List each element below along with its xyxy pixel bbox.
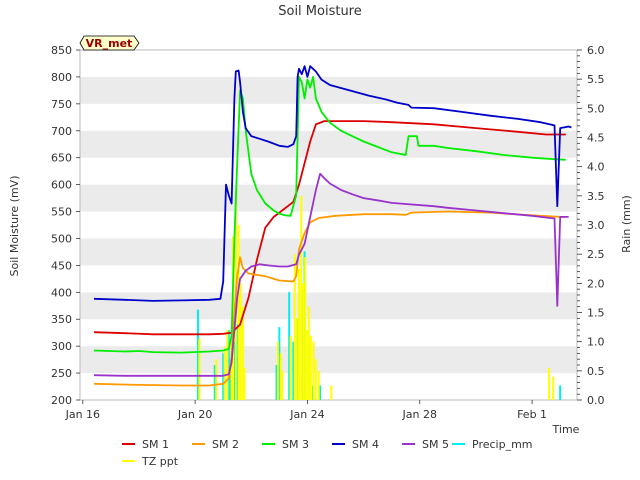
right-tick-label: 4.5	[587, 132, 605, 145]
annotation-label: VR_met	[86, 37, 133, 50]
right-axis-ticks: 0.0 0.5 1.0 1.5 2.0 2.5 3.0 3.5 4.0 4.5 5.0 5.5 6.0	[577, 44, 605, 407]
left-axis-label: Soil Moisture (mV)	[8, 176, 21, 277]
grid-band	[80, 373, 577, 400]
grid-band	[80, 157, 577, 185]
legend-label: TZ ppt	[141, 455, 179, 468]
grid-band	[80, 319, 577, 347]
left-tick-label: 300	[51, 340, 72, 353]
grid-band	[80, 211, 577, 239]
legend-label: SM 3	[282, 438, 309, 451]
chart-title: Soil Moisture	[278, 4, 362, 19]
right-axis-label: Rain (mm)	[620, 195, 633, 253]
right-tick-label: 3.0	[587, 219, 605, 232]
left-tick-label: 600	[51, 179, 72, 192]
right-tick-label: 2.5	[587, 248, 605, 261]
x-tick-label: Jan 16	[65, 408, 100, 421]
legend-label: SM 4	[352, 438, 379, 451]
legend: SM 1 SM 2 SM 3 SM 4 SM 5 Precip_mm TZ ppt	[122, 438, 533, 468]
x-axis-label: Time	[552, 423, 580, 436]
left-tick-label: 700	[51, 125, 72, 138]
left-tick-label: 400	[51, 286, 72, 299]
right-tick-label: 3.5	[587, 190, 605, 203]
x-tick-label: Jan 20	[177, 408, 212, 421]
left-tick-label: 550	[51, 206, 72, 219]
grid-bands	[80, 50, 577, 400]
left-tick-label: 200	[51, 394, 72, 407]
soil-moisture-chart: Soil Moisture Jan 16 Jan 20 Jan 24 Jan 28 Fe…	[8, 4, 633, 468]
left-tick-label: 500	[51, 232, 72, 245]
grid-band	[80, 238, 577, 266]
x-tick-label: Feb 1	[517, 408, 547, 421]
grid-band	[80, 265, 577, 293]
legend-label: Precip_mm	[472, 438, 533, 451]
right-tick-label: 0.0	[587, 394, 605, 407]
grid-band	[80, 130, 577, 158]
right-tick-label: 2.0	[587, 277, 605, 290]
right-tick-label: 1.5	[587, 307, 605, 320]
left-tick-label: 350	[51, 313, 72, 326]
x-axis-ticks: Jan 16 Jan 20 Jan 24 Jan 28 Feb 1	[65, 400, 547, 421]
right-tick-label: 4.0	[587, 161, 605, 174]
grid-band	[80, 292, 577, 320]
left-tick-label: 250	[51, 367, 72, 380]
grid-band	[80, 346, 577, 374]
left-tick-label: 650	[51, 152, 72, 165]
left-tick-label: 450	[51, 259, 72, 272]
right-tick-label: 0.5	[587, 365, 605, 378]
grid-band	[80, 50, 577, 77]
left-tick-label: 800	[51, 71, 72, 84]
grid-band	[80, 76, 577, 104]
legend-label: SM 1	[142, 438, 169, 451]
legend-label: SM 2	[212, 438, 239, 451]
right-tick-label: 1.0	[587, 336, 605, 349]
left-tick-label: 850	[51, 44, 72, 57]
legend-label: SM 5	[422, 438, 449, 451]
x-tick-label: Jan 24	[289, 408, 324, 421]
right-tick-label: 6.0	[587, 44, 605, 57]
grid-band	[80, 184, 577, 212]
x-tick-label: Jan 28	[402, 408, 437, 421]
right-tick-label: 5.0	[587, 102, 605, 115]
left-tick-label: 750	[51, 98, 72, 111]
right-tick-label: 5.5	[587, 73, 605, 86]
left-axis-ticks: 200 250 300 350 400 450 500 550 600 650 700 750 800 8…	[51, 44, 80, 407]
annotation-box: VR_met	[79, 35, 140, 51]
